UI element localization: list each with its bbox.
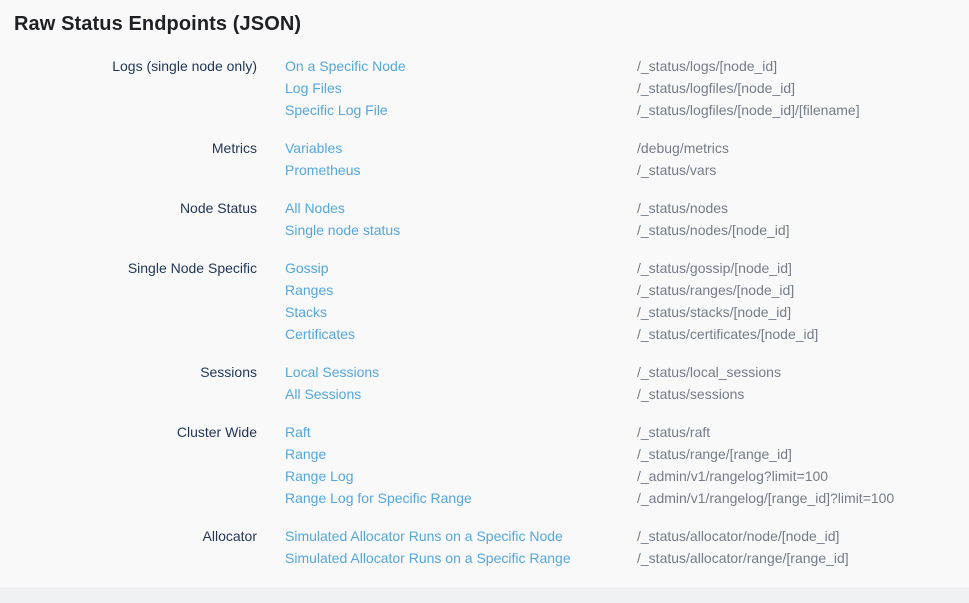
raw-status-endpoints-page: Raw Status Endpoints (JSON) Logs (single…	[0, 0, 969, 603]
endpoint-row: Range /_status/range/[range_id]	[257, 443, 969, 465]
endpoint-link[interactable]: Simulated Allocator Runs on a Specific R…	[285, 547, 637, 569]
endpoint-group: Allocator Simulated Allocator Runs on a …	[0, 525, 969, 569]
endpoint-category-label: Single Node Specific	[0, 257, 257, 345]
endpoint-row: Local Sessions /_status/local_sessions	[257, 361, 969, 383]
endpoint-row: Range Log /_admin/v1/rangelog?limit=100	[257, 465, 969, 487]
endpoint-link[interactable]: On a Specific Node	[285, 55, 637, 77]
endpoint-path: /_status/raft	[637, 421, 969, 443]
endpoint-link[interactable]: Gossip	[285, 257, 637, 279]
endpoint-group: Single Node Specific Gossip /_status/gos…	[0, 257, 969, 345]
endpoint-path: /_status/allocator/range/[range_id]	[637, 547, 969, 569]
endpoint-link[interactable]: Prometheus	[285, 159, 637, 181]
endpoint-path: /_status/stacks/[node_id]	[637, 301, 969, 323]
endpoint-row: Ranges /_status/ranges/[node_id]	[257, 279, 969, 301]
endpoint-group: Logs (single node only) On a Specific No…	[0, 55, 969, 121]
endpoint-row: Prometheus /_status/vars	[257, 159, 969, 181]
endpoint-row: On a Specific Node /_status/logs/[node_i…	[257, 55, 969, 77]
endpoint-path: /_admin/v1/rangelog?limit=100	[637, 465, 969, 487]
endpoint-path: /_status/gossip/[node_id]	[637, 257, 969, 279]
endpoint-rows: On a Specific Node /_status/logs/[node_i…	[257, 55, 969, 121]
endpoint-category-label: Allocator	[0, 525, 257, 569]
endpoint-path: /_status/ranges/[node_id]	[637, 279, 969, 301]
endpoint-row: Simulated Allocator Runs on a Specific R…	[257, 547, 969, 569]
endpoint-groups: Logs (single node only) On a Specific No…	[0, 55, 969, 569]
endpoint-path: /_status/nodes/[node_id]	[637, 219, 969, 241]
endpoint-row: Range Log for Specific Range /_admin/v1/…	[257, 487, 969, 509]
endpoint-path: /_admin/v1/rangelog/[range_id]?limit=100	[637, 487, 969, 509]
endpoint-row: Log Files /_status/logfiles/[node_id]	[257, 77, 969, 99]
endpoint-path: /_status/allocator/node/[node_id]	[637, 525, 969, 547]
endpoint-row: Raft /_status/raft	[257, 421, 969, 443]
endpoint-path: /_status/vars	[637, 159, 969, 181]
endpoint-link[interactable]: Raft	[285, 421, 637, 443]
endpoint-rows: Raft /_status/raft Range /_status/range/…	[257, 421, 969, 509]
endpoint-link[interactable]: Range Log for Specific Range	[285, 487, 637, 509]
endpoint-link[interactable]: Range Log	[285, 465, 637, 487]
endpoint-row: Gossip /_status/gossip/[node_id]	[257, 257, 969, 279]
endpoint-row: All Sessions /_status/sessions	[257, 383, 969, 405]
endpoint-group: Sessions Local Sessions /_status/local_s…	[0, 361, 969, 405]
endpoint-link[interactable]: Range	[285, 443, 637, 465]
endpoint-path: /_status/range/[range_id]	[637, 443, 969, 465]
endpoint-path: /_status/certificates/[node_id]	[637, 323, 969, 345]
endpoint-category-label: Cluster Wide	[0, 421, 257, 509]
endpoint-link[interactable]: Ranges	[285, 279, 637, 301]
endpoint-rows: Simulated Allocator Runs on a Specific N…	[257, 525, 969, 569]
endpoint-category-label: Logs (single node only)	[0, 55, 257, 121]
bottom-section-edge	[0, 588, 969, 603]
endpoint-row: All Nodes /_status/nodes	[257, 197, 969, 219]
endpoint-path: /_status/nodes	[637, 197, 969, 219]
endpoint-row: Specific Log File /_status/logfiles/[nod…	[257, 99, 969, 121]
endpoint-row: Certificates /_status/certificates/[node…	[257, 323, 969, 345]
endpoint-link[interactable]: Log Files	[285, 77, 637, 99]
endpoint-path: /_status/logfiles/[node_id]/[filename]	[637, 99, 969, 121]
endpoint-link[interactable]: All Nodes	[285, 197, 637, 219]
endpoint-path: /_status/local_sessions	[637, 361, 969, 383]
endpoint-link[interactable]: All Sessions	[285, 383, 637, 405]
endpoint-group: Node Status All Nodes /_status/nodes Sin…	[0, 197, 969, 241]
page-title: Raw Status Endpoints (JSON)	[14, 13, 969, 35]
endpoint-category-label: Metrics	[0, 137, 257, 181]
endpoint-row: Variables /debug/metrics	[257, 137, 969, 159]
endpoint-path: /_status/sessions	[637, 383, 969, 405]
endpoint-path: /_status/logfiles/[node_id]	[637, 77, 969, 99]
endpoint-category-label: Sessions	[0, 361, 257, 405]
endpoint-link[interactable]: Single node status	[285, 219, 637, 241]
endpoint-group: Metrics Variables /debug/metrics Prometh…	[0, 137, 969, 181]
endpoint-category-label: Node Status	[0, 197, 257, 241]
endpoint-path: /debug/metrics	[637, 137, 969, 159]
endpoint-path: /_status/logs/[node_id]	[637, 55, 969, 77]
endpoint-row: Stacks /_status/stacks/[node_id]	[257, 301, 969, 323]
endpoint-rows: Local Sessions /_status/local_sessions A…	[257, 361, 969, 405]
endpoint-rows: All Nodes /_status/nodes Single node sta…	[257, 197, 969, 241]
endpoint-row: Simulated Allocator Runs on a Specific N…	[257, 525, 969, 547]
endpoint-link[interactable]: Local Sessions	[285, 361, 637, 383]
endpoint-row: Single node status /_status/nodes/[node_…	[257, 219, 969, 241]
endpoint-rows: Variables /debug/metrics Prometheus /_st…	[257, 137, 969, 181]
endpoint-group: Cluster Wide Raft /_status/raft Range /_…	[0, 421, 969, 509]
endpoint-link[interactable]: Stacks	[285, 301, 637, 323]
endpoint-link[interactable]: Specific Log File	[285, 99, 637, 121]
endpoint-link[interactable]: Variables	[285, 137, 637, 159]
endpoint-rows: Gossip /_status/gossip/[node_id] Ranges …	[257, 257, 969, 345]
endpoint-link[interactable]: Simulated Allocator Runs on a Specific N…	[285, 525, 637, 547]
endpoint-link[interactable]: Certificates	[285, 323, 637, 345]
